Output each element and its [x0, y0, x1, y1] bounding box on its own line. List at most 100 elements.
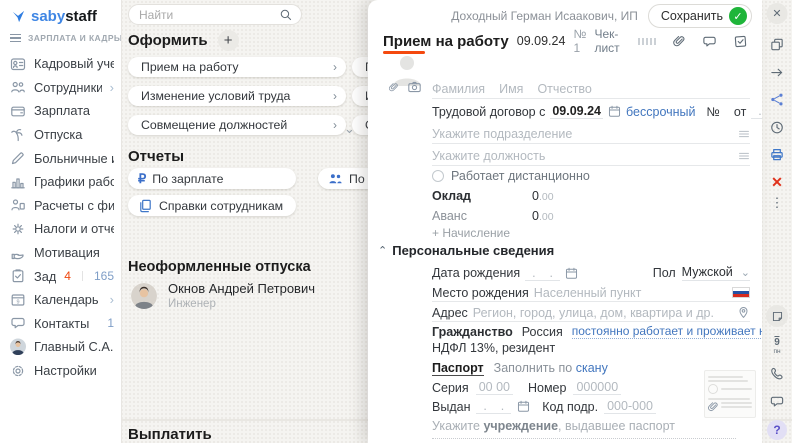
vacation-person-row[interactable]: Окнов Андрей Петрович Инженер: [131, 281, 315, 310]
tasks-badge-total[interactable]: 165: [94, 269, 114, 283]
copy-icon[interactable]: [770, 37, 785, 52]
sidebar-item-employees[interactable]: Сотрудники ›: [0, 76, 121, 100]
organization-name[interactable]: Доходный Герман Исаакович, ИП: [451, 9, 638, 23]
attach-icon[interactable]: [672, 34, 686, 49]
search-icon[interactable]: [279, 8, 293, 22]
birthdate-input[interactable]: . .: [525, 266, 560, 281]
forward-icon[interactable]: [770, 65, 785, 80]
remote-checkbox[interactable]: [432, 170, 444, 182]
print-icon[interactable]: [770, 147, 785, 162]
passport-issued-date-input[interactable]: . .: [476, 399, 511, 414]
checklist-label[interactable]: Чек-лист: [594, 27, 630, 55]
document-number[interactable]: № 1: [573, 27, 594, 55]
accordion-header[interactable]: ЗАРПЛАТА И КАДРЫ: [0, 28, 121, 48]
gender-select[interactable]: Мужской ⌄: [682, 265, 750, 281]
calendar-small-icon[interactable]: [565, 267, 578, 280]
passport-issued-row: Выдан . . Код подр. 000-000: [432, 398, 750, 415]
contract-date-input[interactable]: 09.09.24: [550, 104, 603, 119]
position-field[interactable]: Укажите должность: [432, 147, 750, 166]
history-clock-icon[interactable]: [770, 120, 785, 135]
middlename-placeholder[interactable]: Отчество: [537, 82, 591, 96]
share-icon[interactable]: [770, 92, 785, 107]
report-salary-button[interactable]: ₽ По зарплате: [128, 168, 296, 189]
notes-icon[interactable]: [766, 305, 788, 327]
citizenship-status-link[interactable]: постоянно работает и проживает на террит…: [572, 324, 762, 339]
calendar-day-icon[interactable]: 9пн: [773, 336, 780, 356]
passport-number-input[interactable]: 000000: [573, 380, 621, 395]
expand-more-icon[interactable]: ⌄: [344, 121, 355, 137]
person-info: Окнов Андрей Петрович Инженер: [168, 281, 315, 310]
search-input[interactable]: [139, 8, 279, 22]
add-accrual-link[interactable]: + Начисление: [432, 225, 750, 240]
citizenship-row: Гражданство Россия постоянно работает и …: [432, 324, 750, 339]
register-item-hiring[interactable]: Прием на работу ›: [128, 57, 346, 77]
contacts-badge[interactable]: 1: [107, 316, 114, 330]
list-select-icon[interactable]: [738, 128, 750, 140]
delete-icon[interactable]: ✕: [771, 174, 783, 191]
sidebar-item-settings[interactable]: Настройки: [0, 359, 121, 383]
citizenship-value[interactable]: Россия: [522, 325, 563, 339]
sidebar-item-sick-leave[interactable]: Больничные и пос: [0, 146, 121, 170]
sidebar-item-taxes-reporting[interactable]: Налоги и отчетно: [0, 217, 121, 241]
accordion-label: ЗАРПЛАТА И КАДРЫ: [28, 33, 122, 43]
sidebar-item-individuals-settlements[interactable]: Расчеты с физлиц: [0, 194, 121, 218]
sidebar-item-hr-records[interactable]: Кадровый учет: [0, 52, 121, 76]
register-item-combination[interactable]: Совмещение должностей ›: [128, 115, 346, 135]
birthplace-field[interactable]: Место рождения Населенный пункт: [432, 284, 750, 302]
register-item-terms-change[interactable]: Изменение условий труда ›: [128, 86, 346, 106]
personal-section-header[interactable]: ⌃ Персональные сведения: [378, 243, 554, 258]
help-button[interactable]: ?: [767, 420, 787, 440]
sidebar-item-work-schedules[interactable]: Графики работ: [0, 170, 121, 194]
location-pin-icon[interactable]: [737, 306, 750, 319]
svg-text:9: 9: [16, 299, 19, 305]
sign-document-icon[interactable]: [733, 34, 748, 49]
passport-title[interactable]: Паспорт: [432, 361, 484, 376]
attach-photo-icon[interactable]: [388, 81, 399, 94]
advance-input[interactable]: 0.00: [532, 209, 554, 223]
tasks-badge-urgent[interactable]: 4: [64, 269, 71, 283]
person-name[interactable]: Окнов Андрей Петрович: [168, 281, 315, 296]
salary-input[interactable]: 0.00: [532, 189, 554, 203]
sidebar-item-calendar[interactable]: 9 Календарь ›: [0, 288, 121, 312]
calendar-small-icon[interactable]: [517, 400, 530, 413]
calendar-small-icon[interactable]: [608, 105, 621, 118]
russia-flag-icon[interactable]: [732, 287, 750, 298]
address-field[interactable]: Адрес Регион, город, улица, дом, квартир…: [432, 304, 750, 322]
department-field[interactable]: Укажите подразделение: [432, 125, 750, 144]
contract-type-link[interactable]: бессрочный: [626, 105, 695, 119]
remote-checkbox-row[interactable]: Работает дистанционно: [432, 168, 750, 184]
lastname-placeholder[interactable]: Фамилия: [432, 82, 485, 96]
passport-scan-thumbnail[interactable]: [704, 370, 756, 418]
fill-by-scan[interactable]: Заполнить по скану: [494, 361, 608, 375]
chat-bubble-icon[interactable]: [770, 394, 785, 409]
save-button[interactable]: Сохранить ✓: [648, 4, 752, 28]
sidebar-item-contacts[interactable]: Контакты 1: [0, 312, 121, 336]
app-logo[interactable]: sabystaff: [0, 0, 121, 26]
document-date[interactable]: 09.09.24: [517, 34, 566, 48]
camera-icon[interactable]: [407, 80, 422, 94]
chevron-right-icon: ›: [333, 89, 337, 103]
wallet-icon: [10, 103, 26, 119]
add-document-button[interactable]: +: [218, 30, 239, 51]
passport-issuer-field[interactable]: Укажите учреждение, выдавшее паспорт: [432, 418, 750, 434]
close-button[interactable]: ✕: [767, 3, 788, 24]
sidebar-item-motivation[interactable]: Мотивация: [0, 241, 121, 265]
attach-scan-icon[interactable]: [707, 400, 719, 414]
more-actions-icon[interactable]: ⋮: [771, 200, 784, 206]
person-document-icon: [10, 197, 26, 213]
passport-series-input[interactable]: 00 00: [476, 380, 513, 395]
sidebar-item-vacations[interactable]: Отпуска: [0, 123, 121, 147]
passport-code-input[interactable]: 000-000: [604, 399, 656, 414]
sidebar-item-tasks[interactable]: Задачи 4 165: [0, 264, 121, 288]
firstname-placeholder[interactable]: Имя: [499, 82, 523, 96]
comment-icon[interactable]: [702, 34, 717, 49]
fio-input-row[interactable]: Фамилия Имя Отчество: [432, 80, 750, 99]
birthdate-row: Дата рождения . . Пол Мужской ⌄: [432, 264, 750, 282]
sidebar-item-profile[interactable]: Главный С.А.: [0, 335, 121, 359]
list-select-icon[interactable]: [738, 150, 750, 162]
report-certificates-button[interactable]: Справки сотрудникам: [128, 195, 296, 216]
phone-icon[interactable]: [770, 366, 785, 381]
search-bar[interactable]: [128, 4, 302, 25]
sidebar-item-salary[interactable]: Зарплата: [0, 99, 121, 123]
contract-from-date-input[interactable]: . .: [751, 104, 762, 119]
